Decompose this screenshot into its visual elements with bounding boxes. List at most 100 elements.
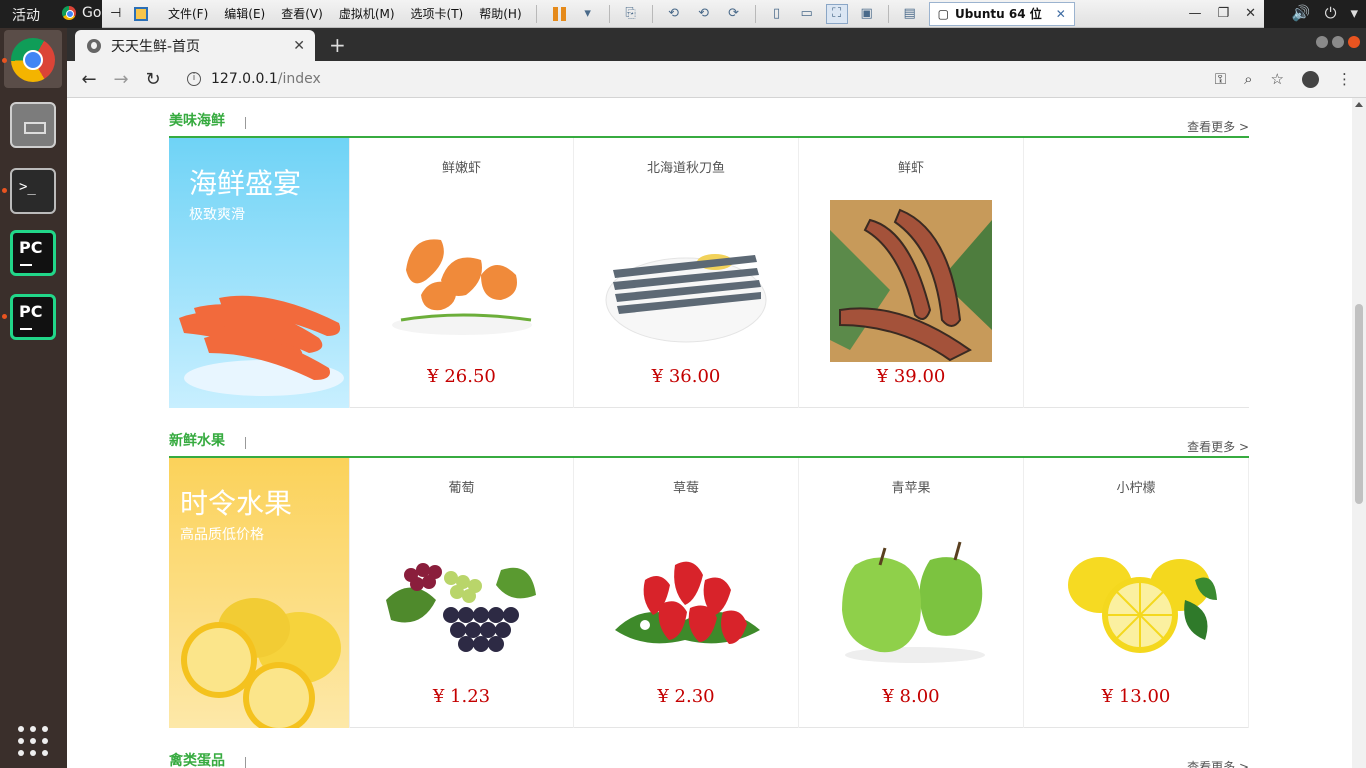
product-image-prawn[interactable]: [830, 200, 992, 362]
chrome-icon[interactable]: [11, 38, 55, 82]
product-image-strawberry[interactable]: [605, 520, 767, 682]
minimize-icon[interactable]: —: [1188, 6, 1201, 21]
tab-title: 天天生鲜-首页: [111, 38, 201, 55]
forward-button[interactable]: →: [105, 69, 137, 90]
scroll-up-arrow-icon[interactable]: [1355, 102, 1363, 107]
menu-edit[interactable]: 编辑(E): [216, 5, 273, 22]
bookmark-star-icon[interactable]: ☆: [1271, 70, 1284, 88]
category-banner[interactable]: 海鲜盛宴 极致爽滑: [169, 138, 349, 408]
scrollbar-thumb[interactable]: [1355, 304, 1363, 504]
section-body: 时令水果 高品质低价格 葡萄 ¥ 1.23 草莓 ¥ 2.30 青苹果 ¥ 8.…: [169, 458, 1249, 728]
toolbar-divider: [608, 4, 610, 23]
product-name[interactable]: 鲜嫩虾: [350, 157, 573, 176]
pause-icon[interactable]: [552, 6, 567, 21]
show-applications-icon[interactable]: [10, 718, 56, 764]
close-window-icon[interactable]: ✕: [1245, 6, 1256, 21]
close-window-button[interactable]: [1348, 36, 1360, 48]
section-title[interactable]: 美味海鲜: [169, 110, 225, 130]
window-controls: [1316, 36, 1360, 48]
info-icon[interactable]: i: [187, 72, 201, 86]
vm-tab[interactable]: ▢ Ubuntu 64 位 ✕: [928, 1, 1075, 26]
product-image-green-apple[interactable]: [830, 520, 992, 682]
globe-icon: [87, 38, 101, 53]
address-bar[interactable]: i 127.0.0.1 /index: [187, 71, 1215, 87]
vmware-toolbar: ⊣ 文件(F) 编辑(E) 查看(V) 虚拟机(M) 选项卡(T) 帮助(H) …: [102, 0, 1264, 28]
active-app-menu[interactable]: Go: [62, 5, 101, 21]
view-more-link[interactable]: 查看更多 >: [1187, 438, 1249, 455]
toolbar-actions: ⚿ ⌕ ☆ ⋮: [1215, 70, 1352, 88]
back-button[interactable]: ←: [73, 69, 105, 90]
product-card[interactable]: 鲜虾 ¥ 39.00: [799, 138, 1024, 408]
product-name[interactable]: 北海道秋刀鱼: [574, 157, 798, 176]
product-image-shrimp[interactable]: [381, 200, 543, 362]
minimize-button[interactable]: [1316, 36, 1328, 48]
product-name[interactable]: 葡萄: [350, 477, 573, 496]
key-icon[interactable]: ⚿: [1215, 70, 1226, 88]
product-card[interactable]: 北海道秋刀鱼 ¥ 36.00: [574, 138, 799, 408]
snapshot-icon[interactable]: ⟲: [663, 4, 685, 24]
terminal-icon[interactable]: >_: [10, 168, 56, 214]
section-title[interactable]: 禽类蛋品: [169, 750, 225, 768]
volume-icon[interactable]: 🔊: [1292, 4, 1311, 22]
product-price: ¥ 1.23: [432, 686, 491, 707]
product-image-grape[interactable]: [381, 520, 543, 682]
menu-dots-icon[interactable]: ⋮: [1337, 70, 1352, 88]
product-card[interactable]: 小柠檬 ¥ 13.00: [1024, 458, 1249, 728]
reload-button[interactable]: ↻: [137, 69, 169, 90]
product-image-saury[interactable]: [605, 200, 767, 362]
send-keys-icon[interactable]: ⎘: [620, 4, 642, 24]
menu-file[interactable]: 文件(F): [160, 5, 216, 22]
view-more-link[interactable]: 查看更多 >: [1187, 118, 1249, 135]
product-image-lemon[interactable]: [1055, 520, 1217, 682]
product-card[interactable]: 鲜嫩虾 ¥ 26.50: [349, 138, 574, 408]
section-title[interactable]: 新鲜水果: [169, 430, 225, 450]
power-icon[interactable]: ⏻: [1325, 4, 1337, 22]
system-tray[interactable]: 🔊 ⏻ ▾: [1292, 4, 1358, 22]
close-tab-icon[interactable]: ✕: [293, 38, 305, 54]
product-price: ¥ 36.00: [651, 366, 721, 387]
files-icon[interactable]: [10, 102, 56, 148]
browser-tab[interactable]: 天天生鲜-首页 ✕: [75, 30, 315, 61]
restore-icon[interactable]: ❐: [1217, 6, 1229, 21]
sidebar-view-icon[interactable]: ▯: [766, 4, 788, 24]
dropdown-arrow-icon[interactable]: ▾: [577, 4, 599, 24]
product-card[interactable]: 青苹果 ¥ 8.00: [799, 458, 1024, 728]
snapshot-manager-icon[interactable]: ⟳: [723, 4, 745, 24]
profile-avatar-icon[interactable]: [1302, 70, 1319, 88]
banner-title: 海鲜盛宴: [189, 167, 302, 200]
unity-icon[interactable]: ▣: [856, 4, 878, 24]
activities-button[interactable]: 活动: [12, 5, 40, 25]
shrimp-banner-image: [179, 295, 344, 396]
new-tab-button[interactable]: +: [329, 33, 346, 57]
product-card[interactable]: 葡萄 ¥ 1.23: [349, 458, 574, 728]
vm-tab-label: Ubuntu 64 位: [954, 7, 1042, 21]
zoom-icon[interactable]: ⌕: [1244, 70, 1252, 88]
maximize-button[interactable]: [1332, 36, 1344, 48]
category-banner[interactable]: 时令水果 高品质低价格: [169, 458, 349, 728]
product-name[interactable]: 小柠檬: [1024, 477, 1248, 496]
pin-icon[interactable]: ⊣: [110, 6, 128, 21]
product-list: 葡萄 ¥ 1.23 草莓 ¥ 2.30 青苹果 ¥ 8.00 小柠檬 ¥ 13.…: [349, 458, 1249, 728]
page-scrollbar[interactable]: [1352, 98, 1366, 768]
menu-vm[interactable]: 虚拟机(M): [331, 5, 403, 22]
product-card[interactable]: 草莓 ¥ 2.30: [574, 458, 799, 728]
menu-tabs[interactable]: 选项卡(T): [403, 5, 472, 22]
toolbar-divider: [651, 4, 653, 23]
close-icon[interactable]: ✕: [1056, 7, 1066, 21]
banner-title: 时令水果: [180, 487, 293, 520]
pycharm-icon[interactable]: PC: [10, 230, 56, 276]
library-icon[interactable]: ▤: [899, 4, 921, 24]
view-more-link[interactable]: 查看更多 >: [1187, 758, 1249, 768]
fullscreen-icon[interactable]: ⛶: [825, 3, 848, 24]
title-divider: [245, 757, 246, 768]
chevron-down-icon[interactable]: ▾: [1350, 4, 1358, 22]
product-price: ¥ 13.00: [1101, 686, 1171, 707]
menu-help[interactable]: 帮助(H): [471, 5, 529, 22]
pycharm-icon[interactable]: PC: [10, 294, 56, 340]
product-name[interactable]: 草莓: [574, 477, 798, 496]
revert-snapshot-icon[interactable]: ⟲: [693, 4, 715, 24]
console-view-icon[interactable]: ▭: [796, 4, 818, 24]
product-name[interactable]: 鲜虾: [799, 157, 1023, 176]
product-name[interactable]: 青苹果: [799, 477, 1023, 496]
menu-view[interactable]: 查看(V): [273, 5, 331, 22]
